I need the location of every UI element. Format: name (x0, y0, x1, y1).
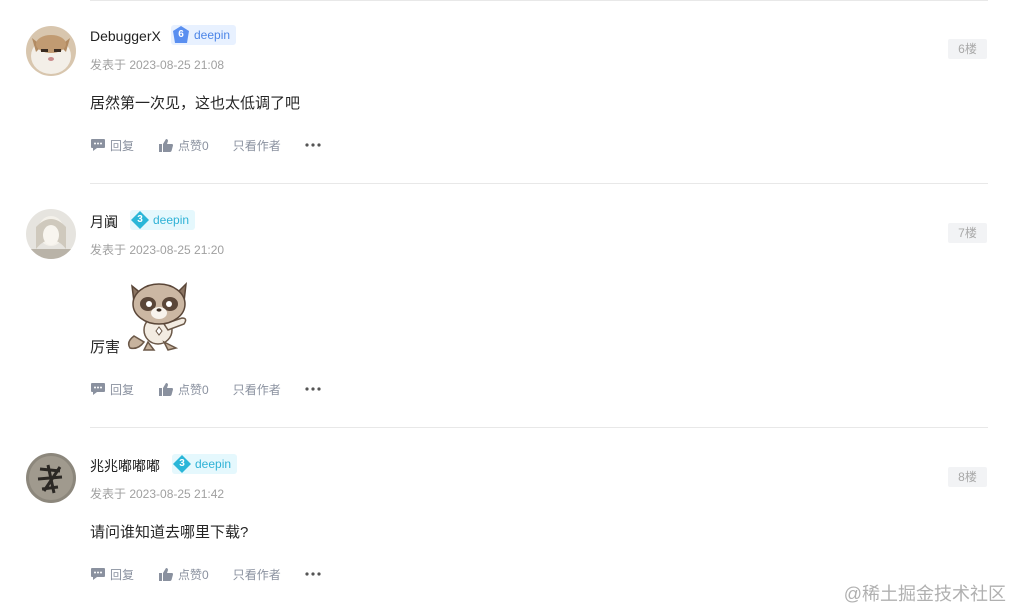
thumbs-up-icon (159, 382, 174, 396)
watermark: @稀土掘金技术社区 (843, 584, 1006, 604)
more-dots-icon (305, 143, 321, 147)
like-button[interactable]: 点赞0 (158, 137, 209, 154)
username[interactable]: 月阗 (90, 212, 118, 232)
author-only-button[interactable]: 只看作者 (233, 381, 281, 398)
divider (90, 427, 988, 428)
more-button[interactable] (305, 387, 325, 391)
floor-number: 6楼 (948, 39, 987, 59)
post-time: 发表于 2023-08-25 21:42 (90, 487, 225, 501)
avatar[interactable] (26, 209, 76, 259)
reply-button[interactable]: 回复 (90, 381, 134, 398)
username[interactable]: DebuggerX (90, 28, 161, 44)
like-button[interactable]: 点赞0 (158, 566, 209, 583)
post-time: 发表于 2023-08-25 21:08 (90, 58, 225, 72)
like-button[interactable]: 点赞0 (158, 381, 209, 398)
comment-icon (91, 139, 105, 151)
avatar[interactable] (26, 26, 76, 76)
level-badge: 3 deepin (130, 210, 196, 230)
comment-actions: 回复 点赞0 只看作者 (90, 136, 349, 154)
comment-text: 居然第一次见，这也太低调了吧 (90, 95, 301, 112)
level-icon: 3 (172, 454, 192, 474)
more-button[interactable] (305, 572, 325, 576)
thumbs-up-icon (159, 138, 174, 152)
level-icon: 6 (171, 25, 191, 45)
more-button[interactable] (305, 143, 325, 147)
comment-text: 请问谁知道去哪里下载? (90, 524, 249, 541)
badge-label: deepin (153, 213, 190, 227)
floor-number: 8楼 (948, 467, 987, 487)
floor-number: 7楼 (948, 223, 987, 243)
comment-icon (91, 383, 105, 395)
badge-label: deepin (195, 457, 232, 471)
comment-icon (91, 568, 105, 580)
comment-text: 厉害 (90, 339, 121, 356)
raccoon-sticker (124, 280, 194, 352)
thumbs-up-icon (159, 567, 174, 581)
reply-button[interactable]: 回复 (90, 566, 134, 583)
username[interactable]: 兆兆嘟嘟嘟 (90, 456, 160, 476)
level-icon: 3 (130, 210, 150, 230)
more-dots-icon (305, 572, 321, 576)
divider (90, 183, 988, 184)
post-time: 发表于 2023-08-25 21:20 (90, 243, 225, 257)
comment-actions: 回复 点赞0 只看作者 (90, 380, 349, 398)
comment-thread: DebuggerX 6 deepin 发表于 2023-08-25 21:08 … (0, 0, 1014, 612)
author-only-button[interactable]: 只看作者 (233, 137, 281, 154)
more-dots-icon (305, 387, 321, 391)
comment-actions: 回复 点赞0 只看作者 (90, 565, 349, 583)
author-only-button[interactable]: 只看作者 (233, 566, 281, 583)
badge-label: deepin (194, 28, 231, 42)
level-badge: 6 deepin (171, 25, 237, 45)
avatar[interactable] (26, 453, 76, 503)
reply-button[interactable]: 回复 (90, 137, 134, 154)
top-divider (90, 0, 988, 1)
level-badge: 3 deepin (172, 454, 238, 474)
